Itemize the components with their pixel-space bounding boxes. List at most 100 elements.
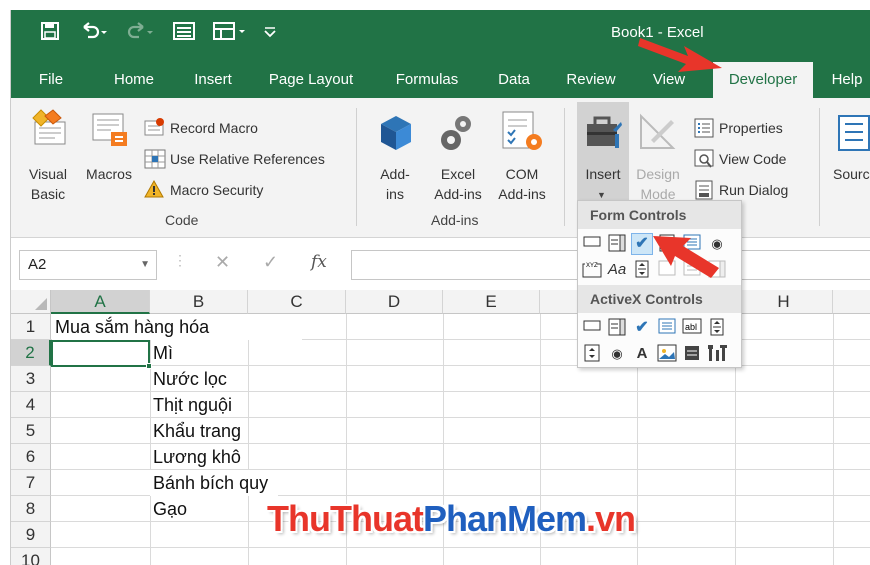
save-icon[interactable] (41, 22, 59, 47)
tab-formulas[interactable]: Formulas (383, 62, 471, 98)
row-header-8[interactable]: 8 (11, 496, 51, 522)
chevron-down-icon: ▼ (597, 190, 606, 200)
source-icon[interactable] (837, 114, 870, 157)
enter-icon[interactable]: ✓ (263, 252, 278, 273)
group-separator (819, 108, 820, 226)
tab-data[interactable]: Data (489, 62, 539, 98)
column-header-h[interactable]: H (735, 290, 833, 314)
macros-button[interactable]: Macros (81, 164, 137, 184)
use-relative-references-button[interactable]: Use Relative References (170, 149, 325, 169)
check-box-icon[interactable]: ✔ (631, 233, 653, 255)
record-macro-icon (144, 118, 166, 141)
row-header-2[interactable]: 2 (11, 340, 51, 366)
activex-label-icon[interactable]: A (631, 343, 653, 365)
column-header-b[interactable]: B (150, 290, 248, 314)
image-control-icon[interactable] (656, 343, 678, 365)
cell-a1[interactable]: Mua sắm hàng hóa (52, 314, 302, 340)
tab-home[interactable]: Home (101, 62, 167, 98)
gridline (833, 314, 834, 565)
cell-b2[interactable]: Mì (150, 340, 173, 366)
cell-b5[interactable]: Khẩu trang (150, 418, 241, 444)
row-header-6[interactable]: 6 (11, 444, 51, 470)
column-header-c[interactable]: C (248, 290, 346, 314)
design-mode-icon[interactable] (637, 112, 677, 157)
tab-page-layout[interactable]: Page Layout (261, 62, 361, 98)
com-addins-button[interactable]: COM Add-ins (489, 164, 555, 204)
command-button-icon[interactable] (581, 317, 603, 339)
view-code-icon (694, 149, 714, 174)
design-mode-button[interactable]: Design Mode (631, 164, 685, 204)
view-form-icon[interactable] (213, 22, 253, 47)
more-controls-icon[interactable] (706, 343, 728, 365)
excel-addins-button[interactable]: Excel Add-ins (425, 164, 491, 204)
scroll-bar-icon[interactable] (631, 259, 653, 281)
cell-b7[interactable]: Bánh bích quy (150, 470, 278, 496)
run-dialog-button[interactable]: Run Dialog (719, 180, 788, 200)
column-header-e[interactable]: E (443, 290, 540, 314)
visual-basic-button[interactable]: Visual Basic (25, 164, 71, 204)
excel-window: Book1 - Excel File Home Insert Page Layo… (10, 10, 870, 565)
tab-help[interactable]: Help (823, 62, 870, 98)
row-header-4[interactable]: 4 (11, 392, 51, 418)
com-addins-icon[interactable] (501, 110, 543, 159)
tab-review[interactable]: Review (559, 62, 623, 98)
activex-scroll-bar-icon[interactable] (706, 317, 728, 339)
row-header-10[interactable]: 10 (11, 548, 51, 565)
chevron-down-icon[interactable]: ▼ (140, 251, 150, 279)
column-header-a[interactable]: A (51, 290, 150, 314)
more-options-icon[interactable]: ⋮ (173, 252, 187, 269)
name-box[interactable]: A2 ▼ (19, 250, 157, 280)
redo-icon[interactable] (123, 22, 153, 47)
column-header-i[interactable] (833, 290, 870, 314)
row-header-9[interactable]: 9 (11, 522, 51, 548)
tab-insert[interactable]: Insert (183, 62, 243, 98)
group-label-addins: Add-ins (431, 212, 479, 228)
select-all-button[interactable] (11, 290, 51, 314)
tab-file[interactable]: File (25, 62, 77, 98)
svg-text:abl: abl (685, 322, 697, 332)
toggle-button-icon[interactable] (681, 343, 703, 365)
activex-spin-button-icon[interactable] (581, 343, 603, 365)
cell-b4[interactable]: Thịt nguội (150, 392, 232, 418)
macros-icon[interactable] (91, 112, 131, 155)
properties-icon (694, 118, 714, 143)
row-header-1[interactable]: 1 (11, 314, 51, 340)
watermark: ThuThuatPhanMem.vn (267, 498, 636, 539)
properties-button[interactable]: Properties (719, 118, 783, 138)
fill-handle[interactable] (146, 363, 152, 369)
row-header-7[interactable]: 7 (11, 470, 51, 496)
combo-box-icon[interactable] (606, 233, 628, 255)
column-header-d[interactable]: D (346, 290, 443, 314)
form-icon[interactable] (173, 22, 195, 47)
insert-function-icon[interactable]: fx (311, 252, 327, 272)
macro-security-button[interactable]: Macro Security (170, 180, 263, 200)
warning-icon (144, 179, 164, 203)
cancel-icon[interactable]: ✕ (215, 252, 230, 273)
source-button[interactable]: Sourc (833, 164, 870, 184)
activex-option-button-icon[interactable]: ◉ (606, 343, 628, 365)
undo-icon[interactable] (79, 22, 109, 47)
text-box-icon[interactable]: abl (681, 317, 703, 339)
cell-b8[interactable]: Gạo (150, 496, 187, 522)
label-icon[interactable]: Aa (606, 259, 628, 281)
gridline (51, 547, 870, 548)
cell-b6[interactable]: Lương khô (150, 444, 241, 470)
visual-basic-icon[interactable] (29, 108, 69, 153)
activex-list-box-icon[interactable] (656, 317, 678, 339)
customize-icon[interactable] (263, 22, 277, 47)
addins-icon[interactable] (377, 114, 415, 159)
excel-addins-icon[interactable] (439, 112, 475, 157)
insert-button[interactable]: Insert ▼ (577, 102, 629, 212)
activex-check-box-icon[interactable]: ✔ (631, 317, 653, 339)
view-code-button[interactable]: View Code (719, 149, 786, 169)
row-header-3[interactable]: 3 (11, 366, 51, 392)
tab-developer[interactable]: Developer (713, 62, 813, 98)
cell-b3[interactable]: Nước lọc (150, 366, 227, 392)
group-box-icon[interactable]: XYZ (581, 259, 603, 281)
addins-button[interactable]: Add-ins (371, 164, 419, 204)
button-control-icon[interactable] (581, 233, 603, 255)
record-macro-button[interactable]: Record Macro (170, 118, 258, 138)
activex-combo-box-icon[interactable] (606, 317, 628, 339)
row-header-5[interactable]: 5 (11, 418, 51, 444)
active-cell-a2[interactable] (51, 340, 150, 367)
